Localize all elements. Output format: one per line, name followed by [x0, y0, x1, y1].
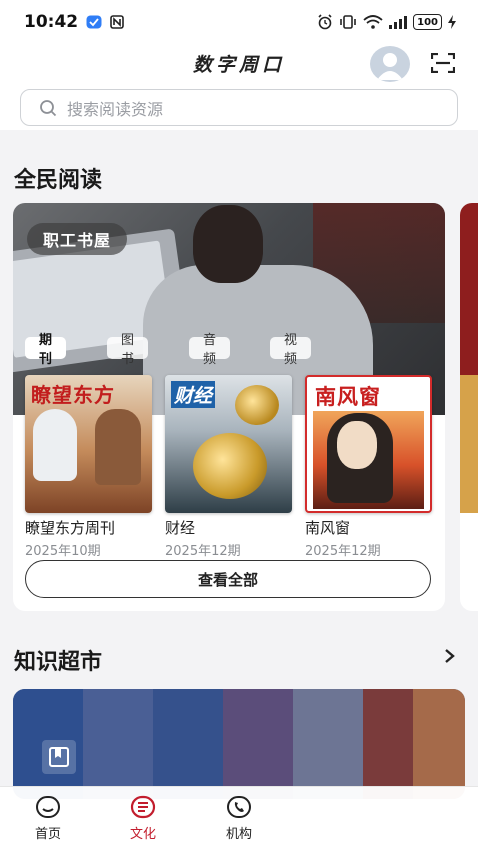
tab-audio[interactable]: 音频 [189, 333, 231, 367]
magazine-name: 瞭望东方周刊 [25, 519, 116, 537]
market-badge-icon [42, 740, 76, 774]
search-icon [40, 99, 57, 116]
hero-tag: 职工书屋 [27, 223, 128, 255]
nav-label: 首页 [34, 827, 61, 842]
cover-masthead: 财经 [171, 381, 216, 408]
charging-icon [448, 15, 456, 29]
market-banner[interactable] [13, 689, 465, 799]
battery-indicator: 100 [413, 14, 442, 30]
status-time: 10:42 [24, 12, 79, 32]
magazine-issue: 2025年12期 [305, 544, 381, 559]
magazine-cover[interactable]: 南风窗 [305, 375, 432, 513]
culture-icon [130, 795, 156, 819]
app-notification-icon [86, 15, 102, 29]
nav-label: 文化 [129, 827, 156, 842]
nav-culture[interactable]: 文化 [108, 795, 178, 842]
reading-section-title: 全民阅读 [14, 168, 103, 193]
magazine-cover[interactable]: 瞭望东方 [25, 375, 152, 513]
magazine-issue: 2025年12期 [165, 544, 241, 559]
cover-masthead: 南风窗 [315, 385, 381, 409]
search-placeholder: 搜索阅读资源 [67, 99, 164, 119]
scan-icon [431, 53, 455, 73]
wifi-icon [363, 15, 383, 29]
magazine-item[interactable]: 财经 财经 2025年12期 [165, 375, 292, 559]
nfc-icon [110, 15, 124, 29]
vibrate-icon [339, 15, 357, 29]
magazine-name: 财经 [165, 519, 196, 537]
nav-home[interactable]: 首页 [13, 795, 83, 842]
market-more-button[interactable] [440, 646, 460, 666]
magazine-item[interactable]: 瞭望东方 瞭望东方周刊 2025年10期 [25, 375, 152, 559]
magazine-name: 南风窗 [305, 519, 351, 537]
next-card-peek[interactable] [460, 203, 478, 611]
search-input[interactable]: 搜索阅读资源 [20, 89, 458, 126]
tab-books[interactable]: 图书 [107, 333, 149, 367]
magazine-issue: 2025年10期 [25, 544, 101, 559]
tab-periodicals[interactable]: 期刊 [25, 333, 67, 367]
bottom-nav: 首页 文化 机构 [0, 786, 478, 850]
home-icon [36, 796, 60, 818]
status-bar: 10:42 100 [0, 0, 478, 44]
scan-button[interactable] [430, 52, 456, 74]
market-section-title: 知识超市 [14, 650, 103, 675]
signal-icon [389, 15, 408, 29]
nav-organization[interactable]: 机构 [204, 795, 274, 842]
reading-card: 职工书屋 期刊 图书 音频 视频 瞭望东方 瞭望东方周刊 2025年10期 财经… [13, 203, 445, 611]
cover-masthead: 瞭望东方 [31, 383, 115, 407]
tab-video[interactable]: 视频 [270, 333, 312, 367]
magazine-item[interactable]: 南风窗 南风窗 2025年12期 [305, 375, 432, 559]
search-bar-container: 搜索阅读资源 [0, 84, 478, 130]
alarm-icon [317, 14, 333, 30]
view-all-button[interactable]: 查看全部 [25, 560, 431, 598]
user-avatar[interactable] [370, 46, 410, 82]
phone-icon [227, 796, 251, 818]
magazine-cover[interactable]: 财经 [165, 375, 292, 513]
nav-label: 机构 [225, 827, 252, 842]
app-header: 数字周口 [0, 44, 478, 84]
chevron-right-icon [445, 649, 455, 663]
